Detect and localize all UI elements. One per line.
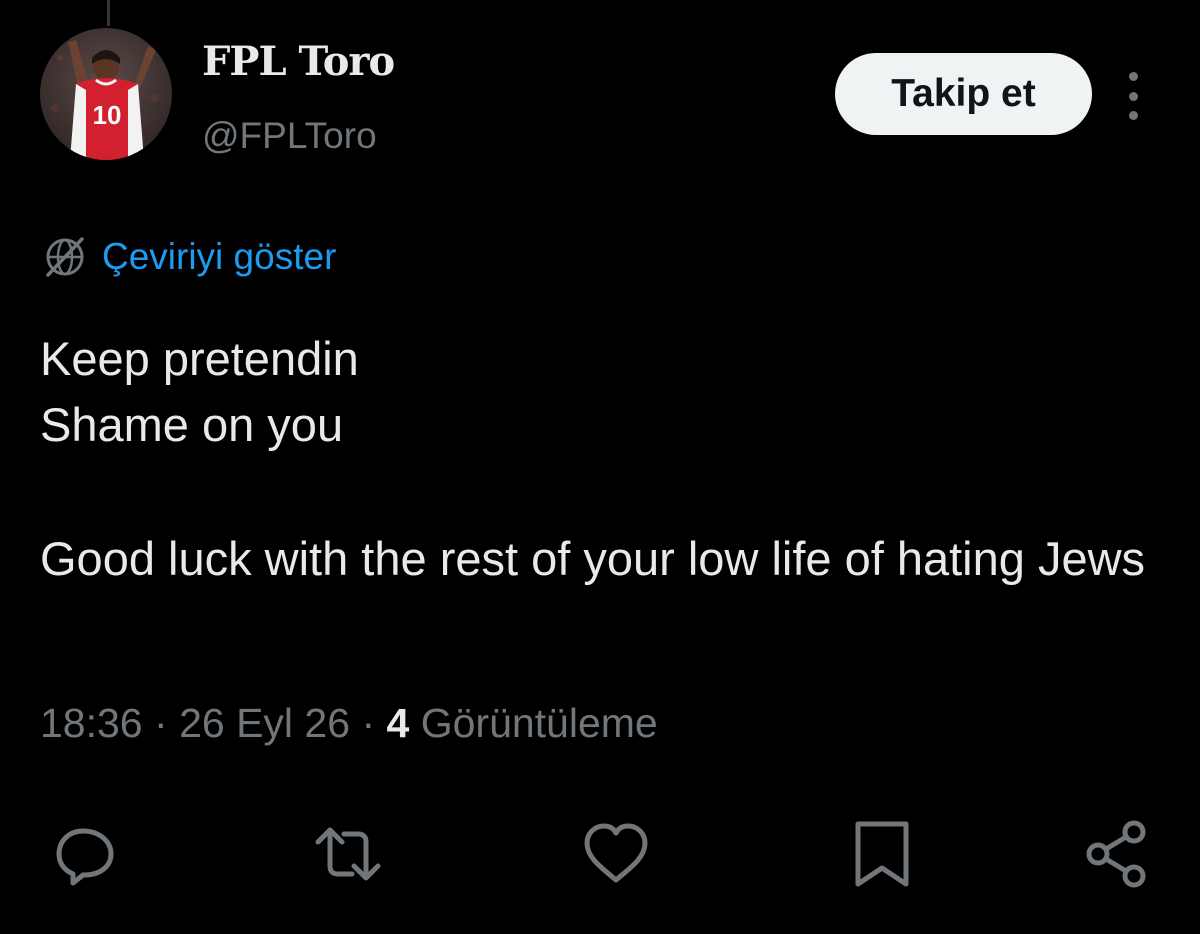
bookmark-button[interactable] — [846, 818, 918, 890]
author-display-name[interactable]: FPL Toro — [202, 38, 395, 85]
retweet-button[interactable] — [312, 818, 384, 890]
reply-icon — [56, 828, 114, 886]
reply-button[interactable] — [50, 818, 122, 890]
tweet-line: Good luck with the rest of your low life… — [40, 532, 1146, 585]
avatar[interactable]: 10 — [40, 28, 172, 160]
tweet-time[interactable]: 18:36 — [40, 700, 143, 746]
more-options-icon[interactable] — [1118, 72, 1148, 120]
bookmark-icon — [855, 821, 909, 887]
thread-connector-line — [107, 0, 110, 26]
author-handle[interactable]: @FPLToro — [202, 115, 377, 157]
tweet-body: Keep pretendin Shame on you Good luck wi… — [40, 326, 1160, 592]
retweet-icon — [315, 827, 381, 881]
avatar-image: 10 — [40, 28, 172, 160]
like-icon — [584, 823, 648, 883]
show-translation-label: Çeviriyi göster — [102, 236, 337, 277]
globe-icon — [46, 237, 84, 277]
show-translation-link[interactable]: Çeviriyi göster — [40, 232, 336, 282]
share-button[interactable] — [1082, 818, 1154, 890]
tweet-meta: 18:36 · 26 Eyl 26 · 4 Görüntüleme — [40, 700, 658, 747]
tweet-line: Shame on you — [40, 398, 344, 451]
share-icon — [1086, 820, 1146, 888]
avatar-jersey-number: 10 — [93, 100, 122, 130]
like-button[interactable] — [580, 818, 652, 890]
tweet-date[interactable]: 26 Eyl 26 — [179, 700, 350, 746]
views-label: Görüntüleme — [420, 700, 658, 746]
views-count: 4 — [386, 700, 410, 746]
meta-separator: · — [361, 700, 376, 746]
tweet-line: Keep pretendin — [40, 332, 359, 385]
meta-separator: · — [154, 700, 168, 746]
tweet-action-bar — [0, 818, 1200, 890]
follow-button[interactable]: Takip et — [835, 53, 1092, 135]
